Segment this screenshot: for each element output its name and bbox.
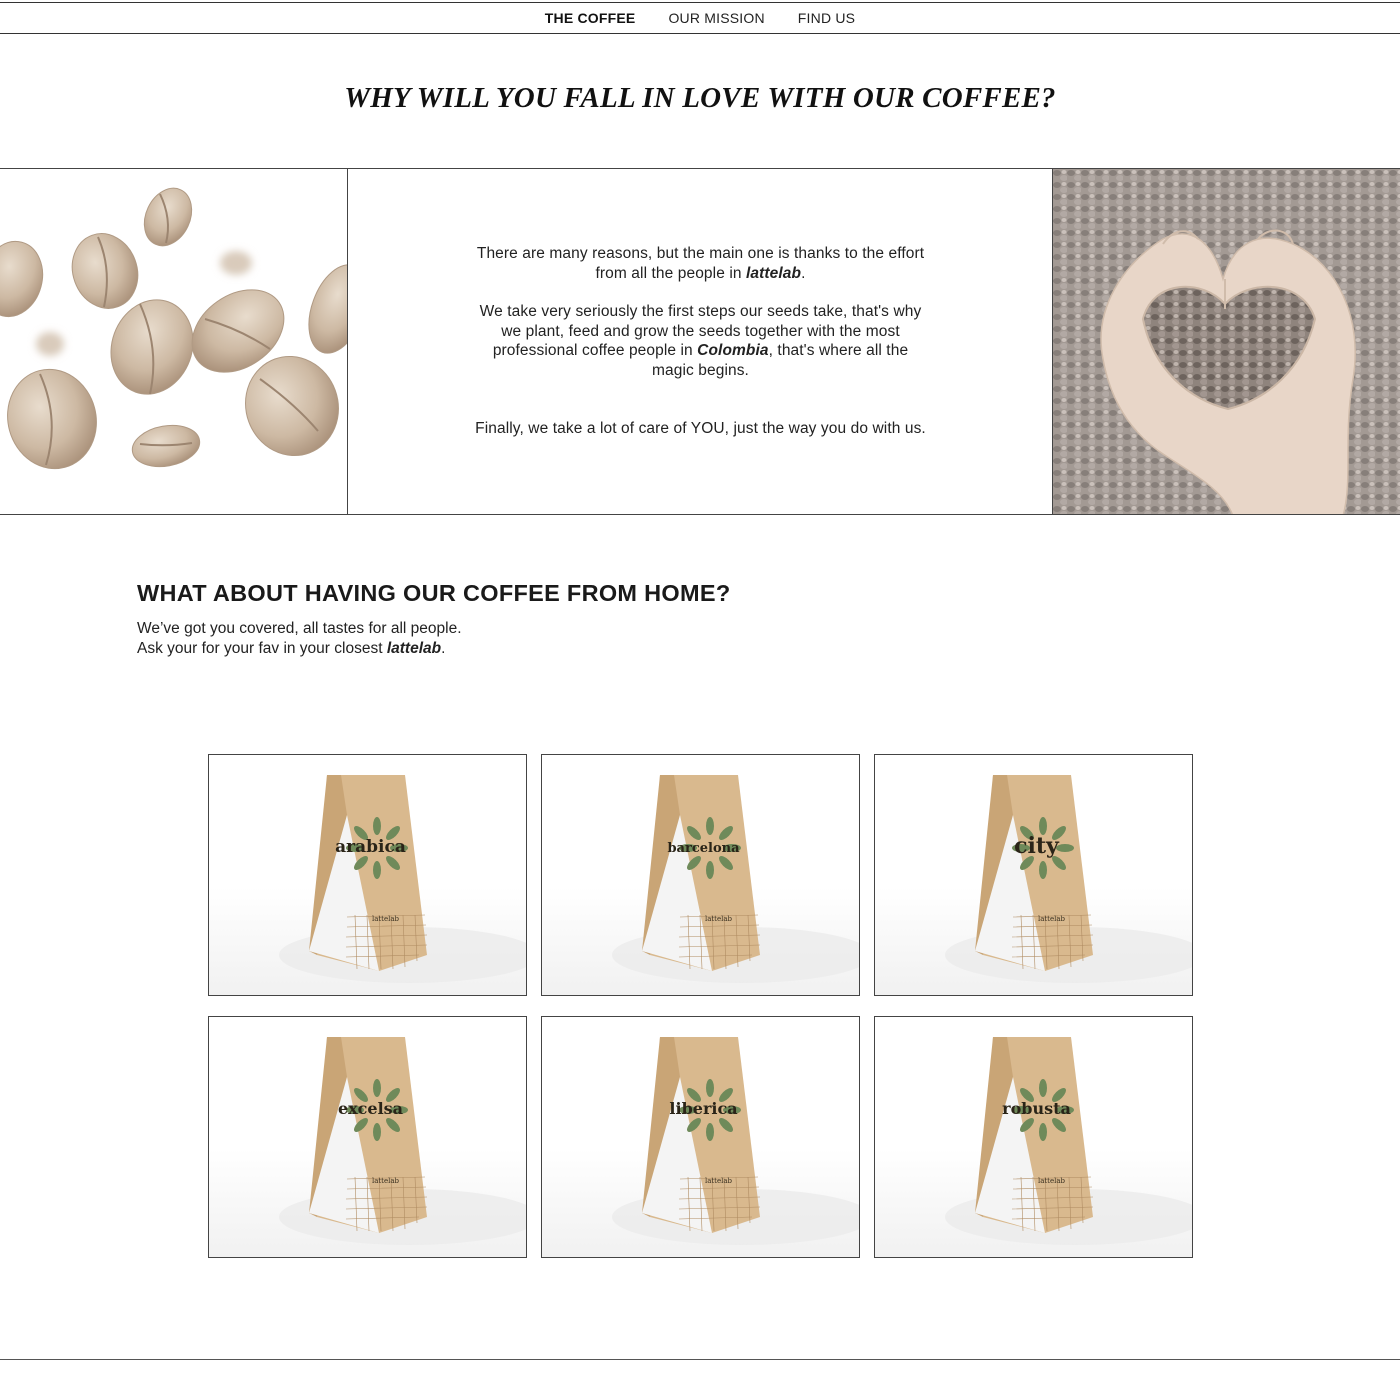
home-line-2: Ask your for your fav in your closest la… xyxy=(137,639,462,659)
product-card-excelsa[interactable]: excelsa lattelab xyxy=(208,1016,527,1258)
reason-1-end: . xyxy=(801,264,806,282)
reason-paragraph-2: We take very seriously the first steps o… xyxy=(471,302,931,380)
reason-paragraph-3: Finally, we take a lot of care of YOU, j… xyxy=(475,420,926,438)
home-section-subtitle: We’ve got you covered, all tastes for al… xyxy=(137,619,462,658)
product-card-liberica[interactable]: liberica lattelab xyxy=(541,1016,860,1258)
product-name: excelsa xyxy=(337,1099,404,1118)
flying-beans-image xyxy=(0,169,348,514)
product-card-city[interactable]: city lattelab xyxy=(874,754,1193,996)
nav-item-find-us[interactable]: FIND US xyxy=(798,10,855,26)
product-brand: lattelab xyxy=(1037,1177,1066,1185)
product-brand: lattelab xyxy=(1037,915,1066,923)
product-brand: lattelab xyxy=(371,1177,400,1185)
coffee-bag-image xyxy=(279,1037,526,1245)
coffee-bag-image xyxy=(612,1037,859,1245)
brand-name: lattelab xyxy=(386,639,442,657)
coffee-bag-image xyxy=(945,775,1192,983)
product-card-barcelona[interactable]: barcelona lattelab xyxy=(541,754,860,996)
reasons-text: There are many reasons, but the main one… xyxy=(349,169,1052,514)
coffee-bag-image xyxy=(612,775,859,983)
product-brand: lattelab xyxy=(704,915,733,923)
page-title: WHY WILL YOU FALL IN LOVE WITH OUR COFFE… xyxy=(344,82,1056,114)
product-brand: lattelab xyxy=(371,915,400,923)
home-line-2-text: Ask your for your fav in your closest xyxy=(137,639,387,657)
product-name: robusta xyxy=(1002,1099,1071,1118)
product-card-robusta[interactable]: robusta lattelab xyxy=(874,1016,1193,1258)
product-name: liberica xyxy=(669,1099,738,1118)
footer-divider xyxy=(0,1359,1400,1360)
home-line-2-end: . xyxy=(441,639,446,657)
reason-1-text: There are many reasons, but the main one… xyxy=(476,244,925,282)
product-brand: lattelab xyxy=(704,1177,733,1185)
nav-item-our-mission[interactable]: OUR MISSION xyxy=(668,10,764,26)
nav-item-the-coffee[interactable]: THE COFFEE xyxy=(545,10,636,26)
origin-name: Colombia xyxy=(697,342,769,360)
hands-with-beans-image xyxy=(1052,169,1400,514)
home-line-1: We’ve got you covered, all tastes for al… xyxy=(137,620,462,637)
product-card-arabica[interactable]: arabica lattelab xyxy=(208,754,527,996)
brand-name: lattelab xyxy=(746,264,802,282)
coffee-bag-image xyxy=(279,775,526,983)
reason-paragraph-1: There are many reasons, but the main one… xyxy=(471,244,931,283)
product-name: city xyxy=(1014,833,1059,859)
home-section-title: WHAT ABOUT HAVING OUR COFFEE FROM HOME? xyxy=(137,580,731,606)
product-name: barcelona xyxy=(667,841,740,856)
coffee-bag-image xyxy=(945,1037,1192,1245)
product-grid: arabica lattelab barcelona lattelab city… xyxy=(208,754,1193,1259)
reasons-band: There are many reasons, but the main one… xyxy=(0,168,1400,515)
top-nav: THE COFFEE OUR MISSION FIND US xyxy=(0,2,1400,34)
product-name: arabica xyxy=(335,837,406,857)
